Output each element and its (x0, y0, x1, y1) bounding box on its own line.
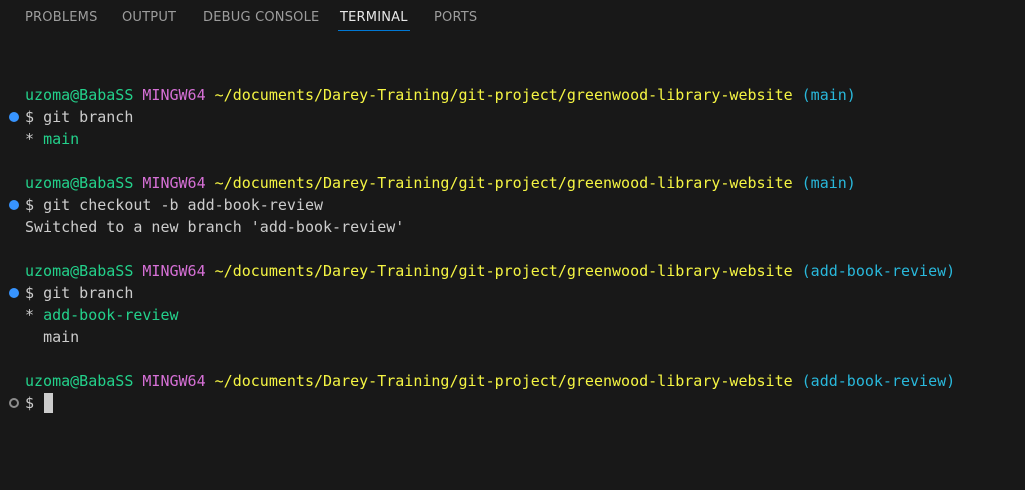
prompt-header: uzoma@BabaSS MINGW64 ~/documents/Darey-T… (0, 84, 1025, 106)
command-success-icon[interactable] (9, 200, 19, 210)
prompt-header: uzoma@BabaSS MINGW64 ~/documents/Darey-T… (0, 172, 1025, 194)
working-directory: ~/documents/Darey-Training/git-project/g… (214, 372, 793, 390)
shell-name: MINGW64 (142, 86, 206, 104)
command-text: git checkout -b add-book-review (43, 196, 324, 214)
shell-name: MINGW64 (142, 372, 206, 390)
output-text: main (43, 328, 80, 346)
terminal-output[interactable]: uzoma@BabaSS MINGW64 ~/documents/Darey-T… (0, 84, 1025, 414)
output-marker: * (25, 130, 44, 148)
user-host: uzoma@BabaSS (25, 262, 134, 280)
output-text: main (43, 130, 80, 148)
output-text: add-book-review (43, 306, 179, 324)
prompt-header: uzoma@BabaSS MINGW64 ~/documents/Darey-T… (0, 260, 1025, 282)
output-marker (25, 328, 43, 346)
git-branch-indicator: (add-book-review) (801, 372, 956, 390)
text-cursor[interactable] (44, 393, 54, 413)
user-host: uzoma@BabaSS (25, 372, 134, 390)
prompt-symbol: $ (25, 108, 44, 126)
tab-terminal[interactable]: TERMINAL (338, 10, 410, 34)
output-line: main (0, 326, 1025, 348)
git-branch-indicator: (main) (801, 86, 856, 104)
user-host: uzoma@BabaSS (25, 174, 134, 192)
panel-tab-bar: PROBLEMS OUTPUT DEBUG CONSOLE TERMINAL P… (0, 0, 1025, 36)
shell-name: MINGW64 (142, 174, 206, 192)
working-directory: ~/documents/Darey-Training/git-project/g… (214, 174, 793, 192)
working-directory: ~/documents/Darey-Training/git-project/g… (214, 86, 793, 104)
working-directory: ~/documents/Darey-Training/git-project/g… (214, 262, 793, 280)
output-marker: * (25, 306, 44, 324)
user-host: uzoma@BabaSS (25, 86, 134, 104)
tab-debug-console[interactable]: DEBUG CONSOLE (203, 10, 319, 34)
git-branch-indicator: (add-book-review) (801, 262, 956, 280)
tab-output[interactable]: OUTPUT (122, 10, 176, 34)
prompt-header: uzoma@BabaSS MINGW64 ~/documents/Darey-T… (0, 370, 1025, 392)
command-success-icon[interactable] (9, 112, 19, 122)
shell-name: MINGW64 (142, 262, 206, 280)
output-line: * main (0, 128, 1025, 150)
prompt-symbol: $ (25, 394, 44, 412)
output-line: * add-book-review (0, 304, 1025, 326)
command-text: git branch (43, 284, 134, 302)
command-line: $ (0, 392, 1025, 414)
prompt-symbol: $ (25, 196, 44, 214)
command-pending-icon[interactable] (9, 398, 19, 408)
command-text: git branch (43, 108, 134, 126)
output-line: Switched to a new branch 'add-book-revie… (0, 216, 1025, 238)
command-success-icon[interactable] (9, 288, 19, 298)
command-line: $ git branch (0, 106, 1025, 128)
command-line: $ git checkout -b add-book-review (0, 194, 1025, 216)
command-line: $ git branch (0, 282, 1025, 304)
tab-ports[interactable]: PORTS (434, 10, 477, 34)
git-branch-indicator: (main) (801, 174, 856, 192)
tab-problems[interactable]: PROBLEMS (25, 10, 98, 34)
output-text: Switched to a new branch 'add-book-revie… (25, 218, 405, 236)
prompt-symbol: $ (25, 284, 44, 302)
